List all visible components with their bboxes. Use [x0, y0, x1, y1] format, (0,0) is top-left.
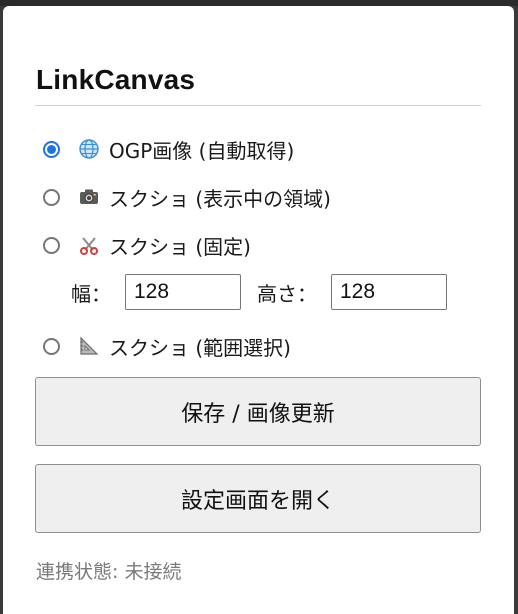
option-label: スクショ (固定): [109, 234, 251, 259]
option-screenshot-visible[interactable]: スクショ (表示中の領域): [43, 183, 331, 211]
camera-icon: [78, 186, 100, 208]
save-update-image-button[interactable]: 保存 / 画像更新: [35, 377, 481, 446]
open-settings-button[interactable]: 設定画面を開く: [35, 464, 481, 533]
option-label: スクショ (範囲選択): [109, 335, 291, 360]
radio-screenshot-selection[interactable]: [43, 337, 60, 355]
extension-popup: LinkCanvas OGP画像 (自動取得) スクショ (表示中の領域) スク…: [3, 6, 514, 614]
option-label: スクショ (表示中の領域): [109, 186, 331, 211]
width-input[interactable]: [125, 274, 241, 310]
scissors-icon: [78, 234, 100, 256]
height-input[interactable]: [331, 274, 447, 310]
radio-screenshot-fixed[interactable]: [43, 236, 60, 254]
option-ogp-image[interactable]: OGP画像 (自動取得): [43, 135, 294, 163]
fixed-size-row: 幅： 高さ：: [71, 274, 447, 310]
option-screenshot-selection[interactable]: スクショ (範囲選択): [43, 332, 291, 360]
width-label: 幅：: [71, 281, 111, 306]
title-divider: [35, 105, 481, 106]
triangle-ruler-icon: [78, 335, 100, 357]
globe-icon: [78, 138, 100, 160]
height-label: 高さ：: [257, 281, 317, 306]
radio-screenshot-visible[interactable]: [43, 188, 60, 206]
option-screenshot-fixed[interactable]: スクショ (固定): [43, 231, 251, 259]
connection-status: 連携状態: 未接続: [36, 561, 182, 583]
radio-ogp-image[interactable]: [43, 140, 60, 158]
option-label: OGP画像 (自動取得): [109, 138, 295, 163]
app-title: LinkCanvas: [36, 64, 196, 95]
